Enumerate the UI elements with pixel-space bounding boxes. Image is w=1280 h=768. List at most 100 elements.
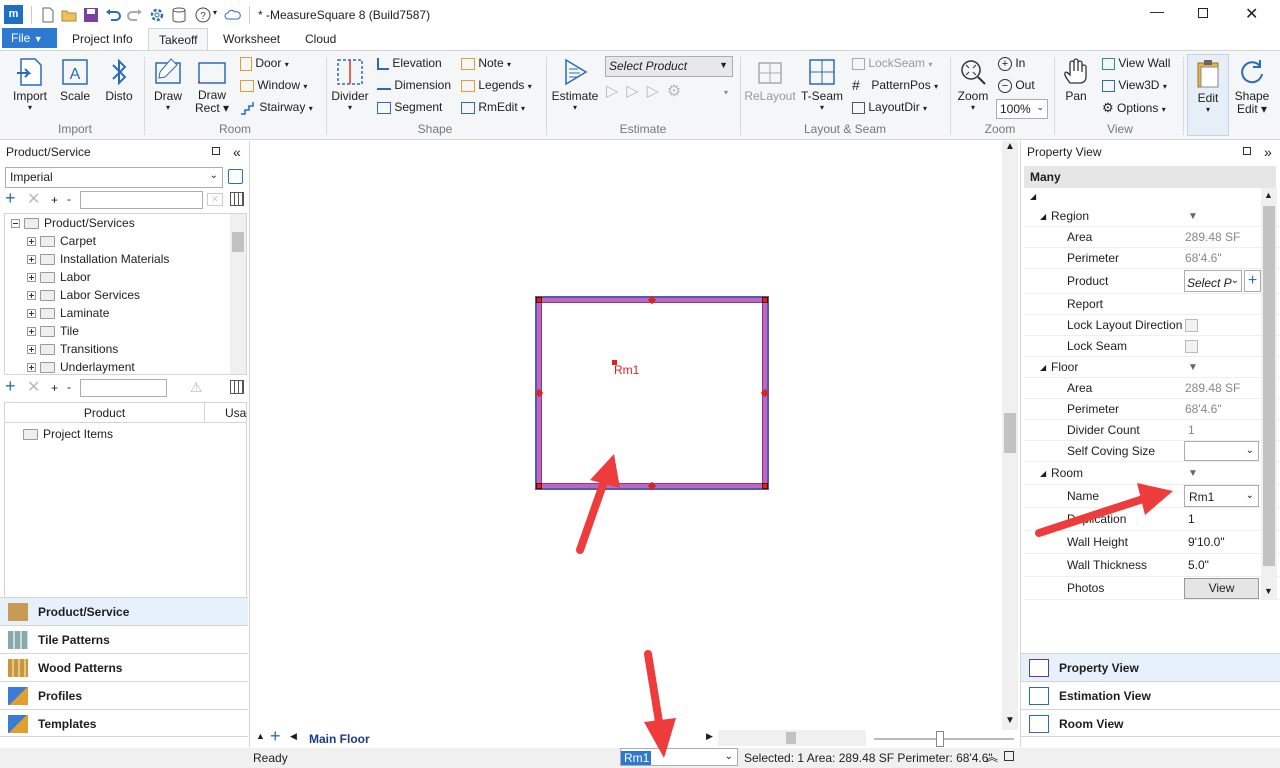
note-button[interactable]: Note ▾ <box>461 56 511 70</box>
nav-room-view[interactable]: Room View <box>1021 709 1280 737</box>
canvas-v-scrollbar[interactable]: ▲ ▼ <box>1002 141 1018 730</box>
nav-templates[interactable]: Templates <box>0 709 248 737</box>
expand-icon[interactable]: + <box>51 193 58 207</box>
status-box-icon[interactable] <box>1004 751 1014 761</box>
zoom-button[interactable]: Zoom ▾ <box>954 55 992 112</box>
options-button[interactable]: ⚙ Options ▾ <box>1102 100 1166 116</box>
catalog-icon[interactable] <box>228 169 243 184</box>
corner-handle[interactable] <box>762 483 768 489</box>
corner-handle[interactable] <box>536 297 542 303</box>
section-region[interactable]: ◢ Region ▼ <box>1024 206 1280 227</box>
panel-collapse-icon[interactable]: « <box>233 141 241 163</box>
legends-button[interactable]: Legends ▾ <box>461 78 532 92</box>
estimate-button[interactable]: Estimate ▾ <box>550 55 600 112</box>
elevation-button[interactable]: Elevation <box>377 56 442 70</box>
drawing-canvas[interactable]: Rm1 <box>252 141 1002 730</box>
edit-button[interactable]: Edit ▾ <box>1187 54 1229 136</box>
draw-rect-button[interactable]: Draw Rect ▾ <box>192 55 232 115</box>
property-scrollbar[interactable]: ▲ ▼ <box>1261 188 1277 600</box>
floor-next-icon[interactable]: ▶ <box>706 731 713 742</box>
close-button[interactable]: ✕ <box>1245 4 1258 24</box>
prop-self-coving-size[interactable]: Self Coving Size ⌄ <box>1024 441 1280 462</box>
add-floor-icon[interactable]: + <box>270 726 281 747</box>
select-product-combo[interactable]: Select Product ▼ <box>605 56 733 77</box>
disto-button[interactable]: Disto <box>100 55 138 103</box>
filter-icon[interactable]: ▼ <box>1188 206 1198 227</box>
prop-region-perimeter[interactable]: Perimeter 68'4.6" <box>1024 248 1280 269</box>
photos-view-button[interactable]: View <box>1184 578 1259 599</box>
new-icon[interactable] <box>39 6 57 24</box>
collapse-up-icon[interactable]: ︽ <box>986 748 998 766</box>
tab-project-info[interactable]: Project Info <box>62 28 143 50</box>
prop-lock-seam[interactable]: Lock Seam <box>1024 336 1280 357</box>
layoutdir-button[interactable]: LayoutDir ▾ <box>852 100 927 114</box>
prop-photos[interactable]: Photos View <box>1024 577 1280 600</box>
prop-wall-thickness[interactable]: Wall Thickness 5.0" <box>1024 554 1280 577</box>
shape-edit-button[interactable]: Shape Edit ▾ <box>1231 54 1273 136</box>
settings-gear-icon[interactable] <box>148 6 166 24</box>
tree-item-underlayment[interactable]: Underlayment <box>5 358 246 374</box>
tab-cloud[interactable]: Cloud <box>295 28 346 50</box>
lock-seam-checkbox[interactable] <box>1185 340 1198 353</box>
door-button[interactable]: Door ▾ <box>240 56 289 71</box>
section-floor[interactable]: ◢ Floor ▼ <box>1024 357 1280 378</box>
expand-icon[interactable]: + <box>51 381 58 395</box>
window-button[interactable]: Window ▾ <box>240 78 307 92</box>
file-menu[interactable]: File ▼ <box>2 28 57 48</box>
tree-item-carpet[interactable]: Carpet <box>5 232 246 250</box>
prop-region-area[interactable]: Area 289.48 SF <box>1024 227 1280 248</box>
expand-icon[interactable] <box>27 309 36 319</box>
nav-property-view[interactable]: Property View <box>1021 653 1280 681</box>
view-wall-button[interactable]: View Wall <box>1102 56 1170 70</box>
product-select[interactable]: Select P ⌄ <box>1184 270 1242 292</box>
nav-product-service[interactable]: Product/Service <box>0 597 248 625</box>
zoom-out-button[interactable]: − Out <box>998 78 1035 93</box>
expand-icon[interactable] <box>27 345 36 355</box>
filter-icon[interactable]: ▼ <box>1188 462 1198 485</box>
panel-expand-icon[interactable]: » <box>1264 141 1272 163</box>
collapse-icon[interactable] <box>11 219 20 229</box>
canvas-h-scrollbar[interactable] <box>718 730 866 746</box>
corner-handle[interactable] <box>536 483 542 489</box>
segment-button[interactable]: Segment <box>377 100 442 114</box>
cloud-icon[interactable] <box>224 6 242 24</box>
undo-icon[interactable] <box>104 6 122 24</box>
prop-region-report[interactable]: Report <box>1024 294 1280 315</box>
panel-float-icon[interactable] <box>1243 147 1251 155</box>
zoom-slider[interactable] <box>874 731 1014 747</box>
tree-item-laminate[interactable]: Laminate <box>5 304 246 322</box>
collapse-icon[interactable]: - <box>67 380 71 394</box>
nav-estimation-view[interactable]: Estimation View <box>1021 681 1280 709</box>
dimension-button[interactable]: Dimension <box>377 78 451 92</box>
expand-icon[interactable] <box>27 291 36 301</box>
grid-view-icon[interactable] <box>230 380 244 394</box>
grid-header-product[interactable]: Product <box>5 403 205 423</box>
add-product-button[interactable]: + <box>1244 270 1261 292</box>
project-items-row[interactable]: Project Items <box>23 425 113 443</box>
tree-item-installation-materials[interactable]: Installation Materials <box>5 250 246 268</box>
expand-icon[interactable] <box>27 273 36 283</box>
tab-worksheet[interactable]: Worksheet <box>213 28 290 50</box>
expand-icon[interactable] <box>27 237 36 247</box>
scale-button[interactable]: A Scale <box>56 55 94 103</box>
expand-icon[interactable] <box>27 327 36 337</box>
collapse-icon[interactable]: ◢ <box>1040 357 1046 378</box>
floor-up-icon[interactable]: ▲ <box>256 731 265 741</box>
divider-button[interactable]: Divider ▾ <box>330 55 370 112</box>
patternpos-button[interactable]: # PatternPos ▾ <box>852 78 938 94</box>
import-button[interactable]: Import ▾ <box>8 55 52 112</box>
tseam-button[interactable]: T-Seam ▾ <box>800 55 844 112</box>
product-search-input[interactable] <box>80 191 203 209</box>
prop-floor-perimeter[interactable]: Perimeter 68'4.6" <box>1024 399 1280 420</box>
rmedit-button[interactable]: RmEdit ▾ <box>461 100 525 114</box>
nav-wood-patterns[interactable]: Wood Patterns <box>0 653 248 681</box>
draw-button[interactable]: Draw ▾ <box>150 55 186 112</box>
add-icon[interactable]: + <box>5 188 16 209</box>
minimize-button[interactable]: — <box>1150 3 1164 19</box>
view3d-button[interactable]: View3D ▾ <box>1102 78 1167 92</box>
zoom-in-button[interactable]: + In <box>998 56 1025 71</box>
tree-item-tile[interactable]: Tile <box>5 322 246 340</box>
add-icon[interactable]: + <box>5 376 16 397</box>
collapse-icon[interactable]: ◢ <box>1040 206 1046 227</box>
zoom-level-combo[interactable]: 100% ⌄ <box>996 99 1048 119</box>
